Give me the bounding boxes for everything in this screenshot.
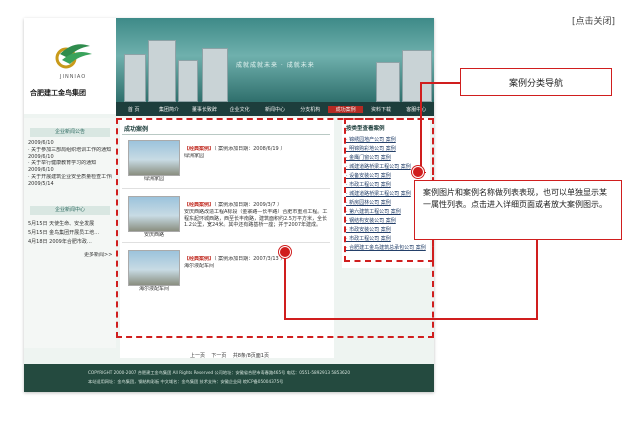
main-nav: 首 页集团简介 董事长致辞 企业文化 新闻中心 分支机构 成功案例 资料下载 客服中心 xyxy=(116,102,434,116)
news-date: 2009/6/10 xyxy=(28,167,54,173)
news-date: 2009/5/14 xyxy=(28,180,54,187)
list-item[interactable]: 5月15日 金鸟集团开展员工培… xyxy=(28,229,112,238)
news-item[interactable]: · 关于参加三部局组织培训工作的通知 xyxy=(28,147,112,154)
connector-line xyxy=(284,318,538,320)
news-item[interactable]: · 关于举行健康教育学习的通知 xyxy=(28,160,112,167)
page-count: 共8条/8页面1页 xyxy=(232,353,269,359)
nav-item[interactable]: 成功案例 xyxy=(327,105,364,113)
news-date: 2009/6/10 xyxy=(28,140,54,146)
nav-item[interactable]: 企业文化 xyxy=(222,106,257,113)
list-item[interactable]: 4月18日 2009年合肥市政… xyxy=(28,238,112,247)
annotation-box-caselist: 案例图片和案例名称做列表表现，也可以单独显示某一属性列表。点击进入详细页面或者放… xyxy=(414,180,622,240)
pagination: 上一页 下一页 共8条/8页面1页 xyxy=(190,352,269,359)
connector-line xyxy=(536,240,538,320)
annotation-box-category: 案例分类导航 xyxy=(460,68,612,96)
company-logo-icon xyxy=(55,44,92,69)
next-page-link[interactable]: 下一页 xyxy=(211,353,226,359)
news-list: 2009/6/10 · 关于参加三部局组织培训工作的通知 2009/6/10 ·… xyxy=(28,140,112,187)
logo-english-text: JINNIAO xyxy=(60,74,87,80)
news-date: 2009/6/10 xyxy=(28,153,54,160)
nav-item[interactable]: 董事长致辞 xyxy=(187,106,222,113)
logo-area: JINNIAO 合肥建工金鸟集团 xyxy=(24,18,116,114)
connector-line xyxy=(284,254,286,318)
marker-dot xyxy=(279,246,291,258)
more-news-link[interactable]: 更多新闻>> xyxy=(84,252,112,259)
footer-links: 本站适用网址：金鸟集团，钢结构彩板 中文域名：金鸟集团 技术支持：安徽企业网 皖… xyxy=(88,379,284,384)
header-banner: 成就成就未来 · 成就未来 xyxy=(116,18,434,102)
nav-item[interactable]: 新闻中心 xyxy=(257,106,292,113)
nav-item[interactable]: 集团简介 xyxy=(151,106,186,113)
nav-item[interactable]: 分支机构 xyxy=(293,106,328,113)
close-link[interactable]: [点击关闭] xyxy=(572,14,615,27)
sidebar-news-title: 企业新闻公告 xyxy=(30,128,110,137)
nav-item[interactable]: 资料下载 xyxy=(363,106,398,113)
nav-item[interactable]: 客服中心 xyxy=(399,106,434,113)
footer-copyright: COPYRIGHT 2000-2007 合肥建工金鸟集团 All Rights … xyxy=(88,370,351,375)
banner-slogan: 成就成就未来 · 成就未来 xyxy=(236,62,315,69)
company-name: 合肥建工金鸟集团 xyxy=(30,89,86,97)
left-sidebar: 企业新闻公告 2009/6/10 · 关于参加三部局组织培训工作的通知 2009… xyxy=(24,118,116,348)
news-item[interactable]: · 关于开展建筑企业安全质量检查工作的通知 xyxy=(28,174,112,181)
connector-line xyxy=(420,82,460,84)
marker-dot xyxy=(412,166,424,178)
prev-page-link[interactable]: 上一页 xyxy=(190,353,205,359)
sidebar-center-title: 企业新闻中心 xyxy=(30,206,110,215)
list-item[interactable]: 5月15日 天使生命、安全发展 xyxy=(28,220,112,229)
nav-item[interactable]: 首 页 xyxy=(116,106,151,113)
site-footer: COPYRIGHT 2000-2007 合肥建工金鸟集团 All Rights … xyxy=(24,364,434,392)
connector-line xyxy=(420,82,422,172)
